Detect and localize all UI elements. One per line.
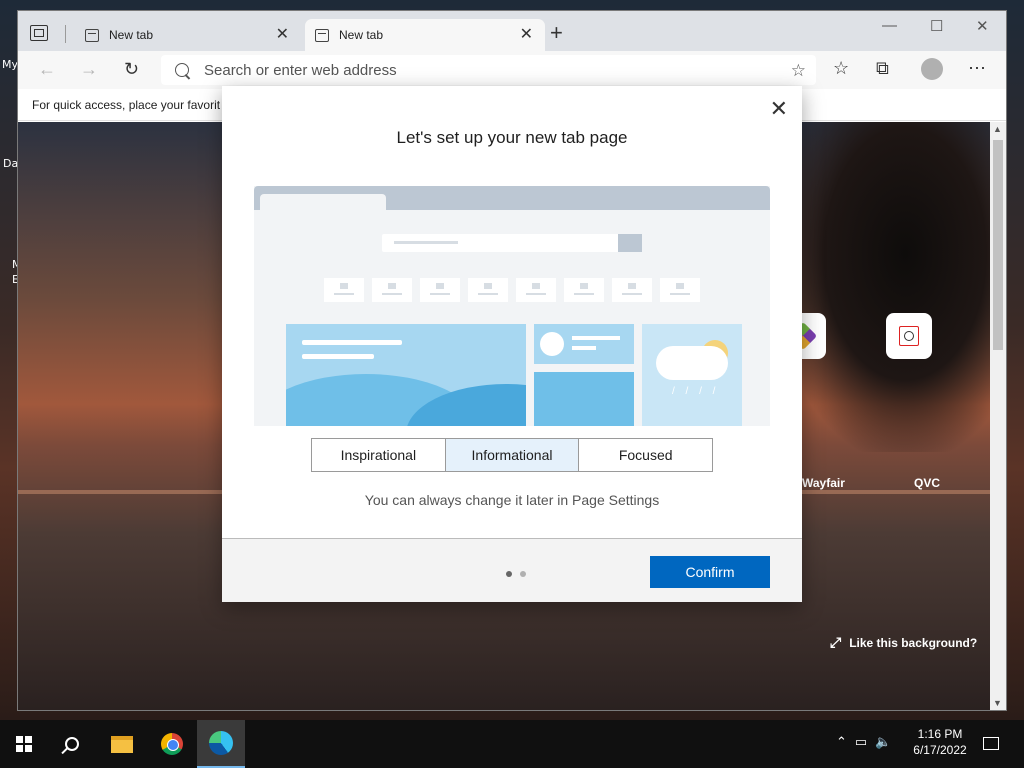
start-button[interactable] xyxy=(0,720,48,768)
close-tab-icon[interactable]: ✕ xyxy=(520,27,533,43)
file-explorer-icon xyxy=(111,735,133,753)
preview-tile xyxy=(468,278,508,302)
preview-tile xyxy=(660,278,700,302)
layout-options: Inspirational Informational Focused xyxy=(311,438,713,472)
edge-button[interactable] xyxy=(197,720,245,768)
close-window-icon[interactable]: ✕ xyxy=(976,17,989,35)
refresh-icon[interactable]: ↻ xyxy=(124,60,139,78)
tab-actions-icon[interactable] xyxy=(30,25,48,41)
minimize-icon[interactable]: — xyxy=(882,17,897,34)
tab-separator xyxy=(65,25,66,43)
close-tab-icon[interactable]: ✕ xyxy=(276,27,289,43)
scroll-thumb[interactable] xyxy=(993,140,1003,350)
preview-hero-card xyxy=(286,324,526,426)
option-focused[interactable]: Focused xyxy=(578,439,713,471)
taskbar-search-button[interactable] xyxy=(48,720,96,768)
option-informational[interactable]: Informational xyxy=(444,439,579,471)
preview-tile xyxy=(516,278,556,302)
network-icon[interactable]: ▭ xyxy=(855,734,867,750)
more-options-icon[interactable]: ⋯ xyxy=(968,59,986,77)
chrome-icon xyxy=(161,733,183,755)
profile-avatar[interactable] xyxy=(921,58,943,80)
new-tab-button[interactable]: + xyxy=(550,22,563,44)
preview-tile xyxy=(612,278,652,302)
preview-weather-card: / / / / xyxy=(642,324,742,426)
pager-dot-active xyxy=(506,571,512,577)
windows-start-icon xyxy=(16,736,32,752)
expand-icon: ⤢ xyxy=(830,634,842,650)
preview-tile xyxy=(324,278,364,302)
desktop-icon-label[interactable]: Da xyxy=(3,157,18,170)
background-tree xyxy=(778,122,990,452)
collections-icon[interactable]: ⧉ xyxy=(876,59,889,77)
tab-label: New tab xyxy=(339,28,384,42)
confirm-button[interactable]: Confirm xyxy=(650,556,770,588)
clock-date: 6/17/2022 xyxy=(913,743,967,757)
search-icon xyxy=(175,63,189,77)
cloud-icon xyxy=(656,346,728,380)
back-arrow-icon[interactable]: ← xyxy=(38,60,56,78)
close-icon[interactable]: ✕ xyxy=(770,98,788,120)
dialog-title: Let's set up your new tab page xyxy=(396,128,628,147)
setup-dialog: ✕ Let's set up your new tab page / / / /… xyxy=(222,86,802,602)
toolbar: ← → ↻ Search or enter web address ☆ ☆ ⧉ … xyxy=(18,51,1006,89)
clock[interactable]: 1:16 PM 6/17/2022 xyxy=(900,726,980,758)
quick-link-label[interactable]: Wayfair xyxy=(802,476,845,490)
page-icon xyxy=(315,28,329,42)
preview-tile xyxy=(420,278,460,302)
tab-new-tab-2[interactable]: New tab ✕ xyxy=(305,19,545,51)
search-icon xyxy=(65,737,79,751)
quick-link-qvc[interactable] xyxy=(886,313,932,359)
scroll-down-icon[interactable]: ▼ xyxy=(993,698,1002,708)
preview-tile xyxy=(564,278,604,302)
page-scrollbar[interactable]: ▲ ▼ xyxy=(990,122,1006,710)
page-indicator xyxy=(506,571,526,577)
edge-icon xyxy=(209,731,233,755)
preview-news-card xyxy=(534,324,634,364)
favorites-bar-hint: For quick access, place your favorit xyxy=(32,98,221,112)
volume-icon[interactable]: 🔈 xyxy=(875,734,891,750)
notification-icon[interactable] xyxy=(983,737,999,750)
preview-search-button xyxy=(618,234,642,252)
desktop-icon-label[interactable]: My xyxy=(2,58,18,71)
pager-dot xyxy=(520,571,526,577)
scroll-up-icon[interactable]: ▲ xyxy=(993,124,1002,134)
clock-time: 1:16 PM xyxy=(917,727,963,741)
qvc-icon xyxy=(899,326,919,346)
layout-preview: / / / / xyxy=(254,186,770,426)
add-favorite-icon[interactable]: ☆ xyxy=(791,61,806,81)
preview-tab xyxy=(260,194,386,214)
preview-card xyxy=(534,372,634,426)
tab-label: New tab xyxy=(109,28,154,42)
preview-tile xyxy=(372,278,412,302)
file-explorer-button[interactable] xyxy=(98,720,146,768)
preview-search-box xyxy=(382,234,620,252)
taskbar: ⌃ ▭ 🔈 1:16 PM 6/17/2022 xyxy=(0,720,1024,768)
chevron-up-icon[interactable]: ⌃ xyxy=(836,734,847,750)
settings-hint: You can always change it later in Page S… xyxy=(364,492,660,508)
like-background-label: Like this background? xyxy=(849,636,978,650)
like-background-link[interactable]: ⤢ Like this background? xyxy=(830,634,977,651)
tab-new-tab-1[interactable]: New tab ✕ xyxy=(75,19,301,51)
address-placeholder: Search or enter web address xyxy=(204,61,397,79)
option-inspirational[interactable]: Inspirational xyxy=(312,439,445,471)
quick-link-label[interactable]: QVC xyxy=(914,476,940,490)
dialog-footer: Confirm xyxy=(222,538,802,602)
chrome-button[interactable] xyxy=(148,720,196,768)
favorites-icon[interactable]: ☆ xyxy=(833,59,849,77)
system-tray: ⌃ ▭ 🔈 xyxy=(836,734,891,750)
address-bar[interactable]: Search or enter web address ☆ xyxy=(161,55,816,85)
maximize-icon[interactable]: ☐ xyxy=(930,17,943,35)
forward-arrow-icon[interactable]: → xyxy=(80,60,98,78)
page-icon xyxy=(85,28,99,42)
tab-strip: New tab ✕ New tab ✕ + — ☐ ✕ xyxy=(18,11,1006,51)
